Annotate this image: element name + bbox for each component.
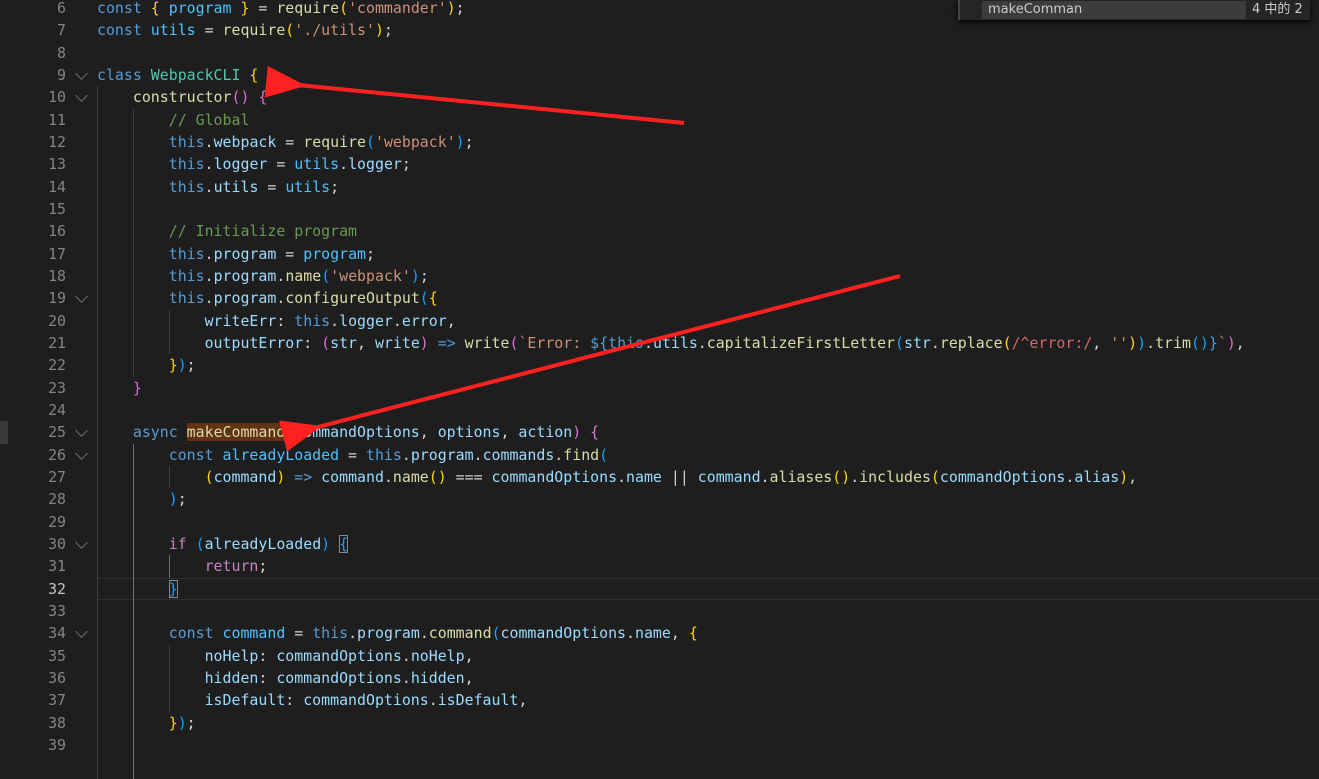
arrow-to-class <box>264 65 685 125</box>
annotation-arrows <box>264 65 901 452</box>
arrow-to-makecommand <box>279 274 901 452</box>
